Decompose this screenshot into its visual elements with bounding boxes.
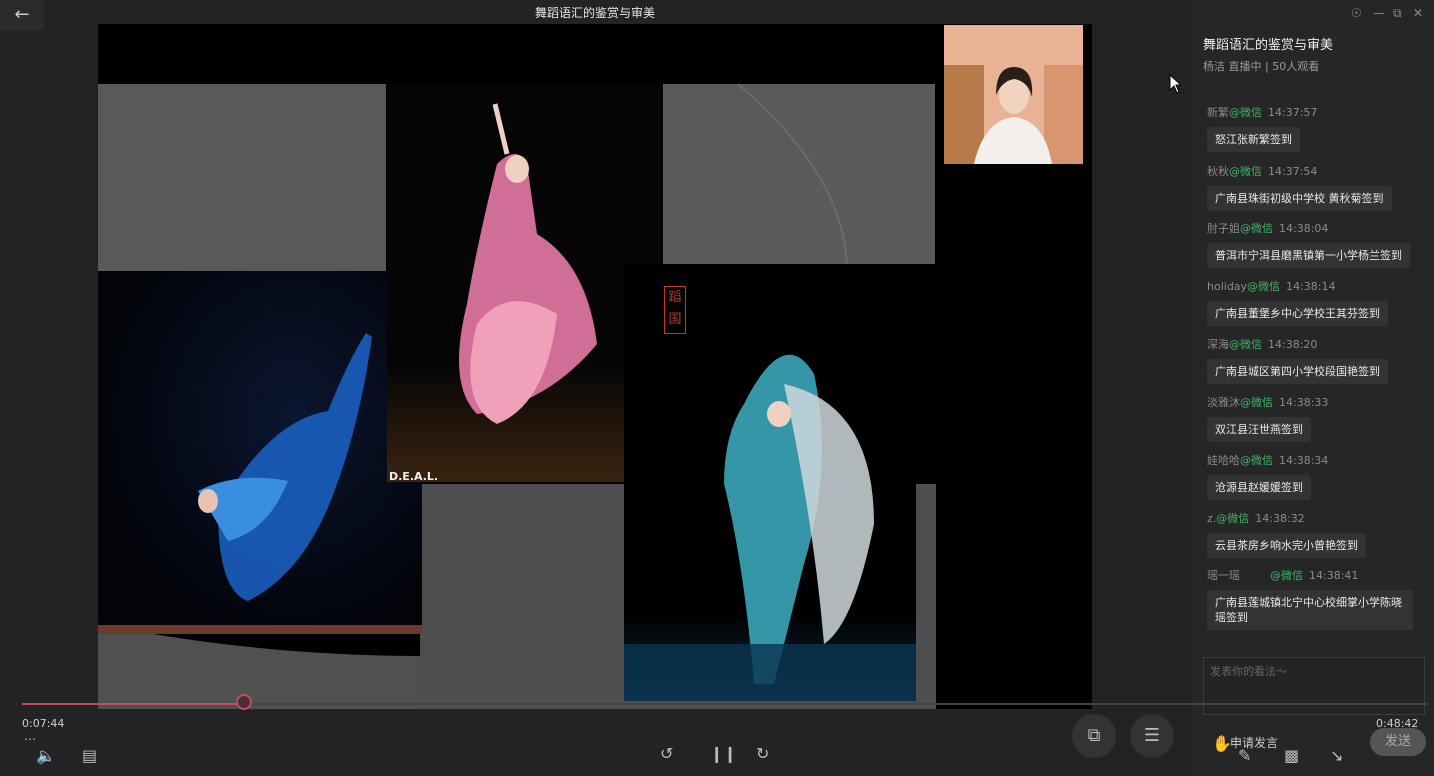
chat-user: 秋秋 bbox=[1207, 165, 1229, 178]
chat-message: 淡雅沐@微信 14:38:33 双江县汪世燕签到 bbox=[1207, 394, 1422, 442]
presenter-webcam[interactable] bbox=[944, 25, 1083, 164]
chat-platform: @微信 bbox=[1270, 569, 1303, 582]
chat-time: 14:38:34 bbox=[1279, 454, 1329, 467]
chat-user: z. bbox=[1207, 512, 1217, 525]
chat-user: 深海 bbox=[1207, 338, 1229, 351]
course-title: 舞蹈语汇的鉴赏与审美 bbox=[1203, 38, 1334, 53]
send-button[interactable]: 发送 bbox=[1370, 728, 1426, 756]
chat-user: holiday bbox=[1207, 280, 1248, 293]
subtitle-icon[interactable]: ▤ bbox=[82, 746, 97, 765]
chat-platform: @微信 bbox=[1229, 106, 1262, 119]
chat-text: 双江县汪世燕签到 bbox=[1207, 417, 1311, 442]
chat-text: 怒江张新繁签到 bbox=[1207, 127, 1300, 152]
chat-message: 秋秋@微信 14:37:54 广南县珠街初级中学校 黄秋菊签到 bbox=[1207, 163, 1422, 211]
chat-text: 云县茶房乡响水完小曾艳签到 bbox=[1207, 533, 1366, 558]
chat-time: 14:38:20 bbox=[1268, 338, 1318, 351]
current-time: 0:07:44 bbox=[22, 717, 65, 730]
chat-message: 肘子姐@微信 14:38:04 普洱市宁洱县磨黑镇第一小学杨兰签到 bbox=[1207, 220, 1422, 268]
back-arrow-icon[interactable]: ← bbox=[0, 0, 44, 30]
volume-icon[interactable]: 🔈 bbox=[36, 746, 56, 765]
comment-placeholder: 发表你的看法～ bbox=[1210, 665, 1287, 678]
screen-switch-icon[interactable]: ⧉ bbox=[1072, 714, 1116, 758]
chat-time: 14:38:41 bbox=[1309, 569, 1359, 582]
view-mode-icon[interactable]: ☰ bbox=[1130, 714, 1174, 758]
progress-fill bbox=[22, 703, 245, 705]
chat-user: 瑶一瑶 bbox=[1207, 569, 1240, 582]
chat-text: 普洱市宁洱县磨黑镇第一小学杨兰签到 bbox=[1207, 243, 1410, 268]
mouse-cursor-icon bbox=[1169, 74, 1183, 94]
chat-text: 广南县城区第四小学校段国艳签到 bbox=[1207, 359, 1388, 384]
chat-time: 14:38:04 bbox=[1279, 222, 1329, 235]
chat-text: 广南县珠街初级中学校 黄秋菊签到 bbox=[1207, 186, 1392, 211]
chat-platform: @微信 bbox=[1240, 396, 1273, 409]
chat-message: 娃哈哈@微信 14:38:34 沧源县赵媛媛签到 bbox=[1207, 452, 1422, 500]
chat-time: 14:38:32 bbox=[1255, 512, 1305, 525]
chat-time: 14:37:54 bbox=[1268, 165, 1318, 178]
screen-icon[interactable]: ▩ bbox=[1284, 746, 1299, 765]
chat-message: 深海@微信 14:38:20 广南县城区第四小学校段国艳签到 bbox=[1207, 336, 1422, 384]
chat-user: 新繁 bbox=[1207, 106, 1229, 119]
chat-text: 沧源县赵媛媛签到 bbox=[1207, 475, 1311, 500]
pencil-icon[interactable]: ✎ bbox=[1238, 746, 1251, 765]
dancer-photo-pink: D.E.A.L. bbox=[387, 84, 663, 482]
chat-text: 广南县莲城镇北宁中心校细掌小学陈晓瑶签到 bbox=[1207, 590, 1413, 630]
seal-stamp: 蹈国 bbox=[664, 286, 686, 334]
minimize-icon[interactable]: — bbox=[1373, 6, 1385, 20]
rewind-10-icon[interactable]: ↺ bbox=[660, 744, 673, 763]
chat-message: 瑶一瑶 @微信 14:38:41 广南县莲城镇北宁中心校细掌小学陈晓瑶签到 bbox=[1207, 567, 1422, 630]
course-subtitle: 杨洁 直播中 | 50人观看 bbox=[1203, 60, 1320, 73]
chat-user: 肘子姐 bbox=[1207, 222, 1240, 235]
chat-time: 14:38:14 bbox=[1286, 280, 1336, 293]
forward-30-icon[interactable]: ↻ bbox=[756, 744, 769, 763]
dancer-photo-blue bbox=[98, 271, 422, 634]
window-title: 舞蹈语汇的鉴赏与审美 bbox=[534, 6, 655, 20]
shrink-icon[interactable]: ↘ bbox=[1330, 746, 1343, 765]
pin-icon[interactable]: ☉ bbox=[1351, 6, 1362, 20]
chat-platform: @微信 bbox=[1229, 165, 1262, 178]
chat-platform: @微信 bbox=[1247, 280, 1281, 293]
chat-user: 淡雅沐 bbox=[1207, 396, 1240, 409]
close-icon[interactable]: ✕ bbox=[1413, 6, 1423, 20]
chat-time: 14:38:33 bbox=[1279, 396, 1329, 409]
more-icon[interactable]: ⋯ bbox=[24, 732, 37, 746]
chat-message: 新繁@微信 14:37:57 怒江张新繁签到 bbox=[1207, 104, 1422, 152]
chat-platform: @微信 bbox=[1216, 512, 1250, 525]
slide-canvas: D.E.A.L. 蹈国 bbox=[98, 24, 1092, 709]
chat-platform: @微信 bbox=[1229, 338, 1262, 351]
chat-text: 广南县董堡乡中心学校王其芬签到 bbox=[1207, 301, 1388, 326]
chat-message: holiday@微信 14:38:14 广南县董堡乡中心学校王其芬签到 bbox=[1207, 278, 1422, 326]
chat-message: z.@微信 14:38:32 云县茶房乡响水完小曾艳签到 bbox=[1207, 510, 1422, 558]
chat-platform: @微信 bbox=[1240, 222, 1273, 235]
hand-icon[interactable]: ✋ bbox=[1212, 734, 1232, 753]
chat-time: 14:37:57 bbox=[1268, 106, 1318, 119]
chat-platform: @微信 bbox=[1240, 454, 1273, 467]
slide-watermark: D.E.A.L. bbox=[389, 470, 438, 482]
chat-user: 娃哈哈 bbox=[1207, 454, 1240, 467]
restore-icon[interactable]: ⧉ bbox=[1393, 6, 1402, 21]
pause-icon[interactable]: ❙❙ bbox=[710, 744, 737, 763]
